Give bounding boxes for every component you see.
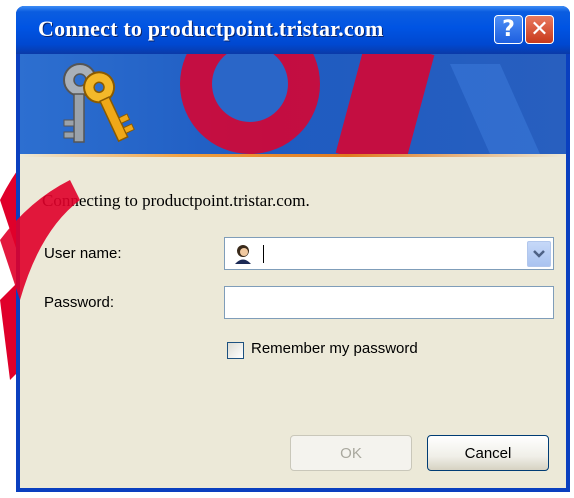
password-field[interactable] (224, 286, 554, 319)
username-label: User name: (44, 245, 122, 262)
username-combobox[interactable] (224, 237, 554, 270)
banner (20, 54, 566, 154)
remember-password-label[interactable]: Remember my password (251, 340, 418, 357)
close-button[interactable]: ✕ (525, 15, 554, 44)
dialog-body: Connecting to productpoint.tristar.com. … (20, 54, 566, 488)
text-caret (263, 245, 264, 263)
dropdown-button[interactable] (527, 241, 551, 267)
dialog-window: Connect to productpoint.tristar.com ? ✕ (16, 6, 570, 492)
chevron-down-icon (533, 250, 545, 258)
password-label: Password: (44, 294, 115, 311)
remember-password-checkbox[interactable] (227, 342, 244, 359)
user-icon (235, 245, 251, 264)
ok-button[interactable]: OK (290, 435, 412, 471)
title-bar[interactable]: Connect to productpoint.tristar.com ? ✕ (16, 6, 570, 54)
help-button[interactable]: ? (494, 15, 523, 44)
banner-divider (20, 154, 566, 157)
keys-icon (63, 63, 135, 143)
window-title: Connect to productpoint.tristar.com (38, 16, 384, 41)
connecting-message: Connecting to productpoint.tristar.com. (42, 191, 310, 210)
cancel-button[interactable]: Cancel (427, 435, 549, 471)
